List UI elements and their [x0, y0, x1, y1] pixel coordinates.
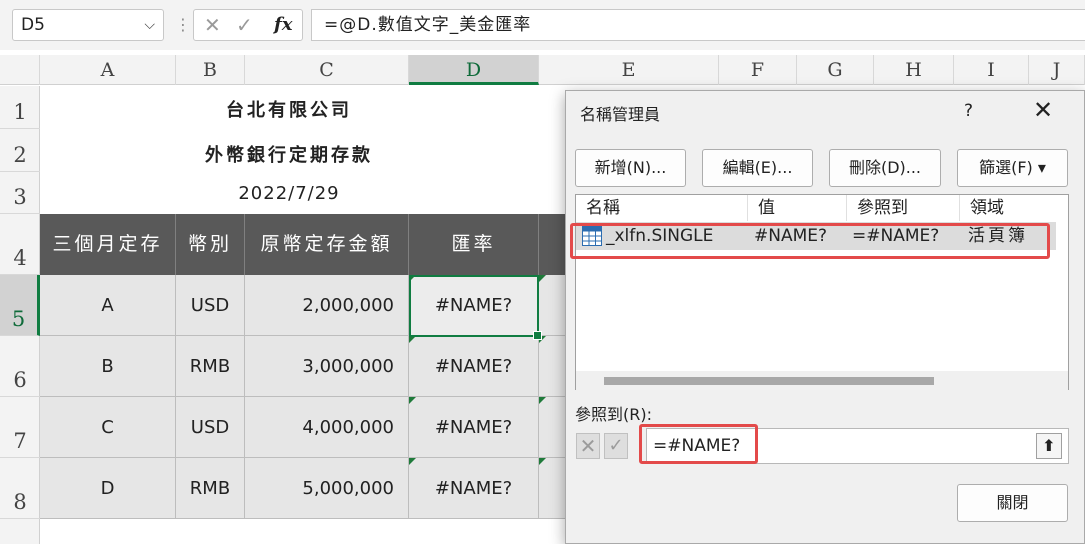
header-amount: 原幣定存金額: [245, 214, 409, 275]
delete-button[interactable]: 刪除(D)...: [829, 149, 941, 187]
column-header-b[interactable]: B: [176, 55, 245, 85]
column-header-c[interactable]: C: [245, 55, 409, 85]
row-header-4[interactable]: 4: [0, 214, 40, 275]
row-header-8[interactable]: 8: [0, 458, 40, 519]
row-highlight: [570, 223, 1050, 259]
column-header-d[interactable]: D: [409, 55, 539, 85]
cell-b6[interactable]: RMB: [176, 336, 245, 397]
row-header-2[interactable]: 2: [0, 129, 40, 172]
list-header-refers[interactable]: 參照到: [847, 195, 960, 221]
column-header-e[interactable]: E: [539, 55, 719, 85]
active-cell-selection: [409, 275, 542, 340]
cell-c8[interactable]: 5,000,000: [245, 458, 409, 519]
cell-d7[interactable]: #NAME?: [409, 397, 539, 458]
refers-to-label: 參照到(R):: [575, 405, 652, 424]
row-header-5[interactable]: 5: [0, 275, 40, 336]
row-header-1[interactable]: 1: [0, 86, 40, 129]
cell-c5[interactable]: 2,000,000: [245, 275, 409, 336]
list-header-value[interactable]: 值: [748, 195, 847, 221]
fill-handle[interactable]: [533, 331, 542, 340]
cell-b7[interactable]: USD: [176, 397, 245, 458]
scrollbar-thumb[interactable]: [604, 377, 934, 385]
cell-b5[interactable]: USD: [176, 275, 245, 336]
refers-highlight: [639, 424, 758, 464]
cell-a6[interactable]: B: [40, 336, 176, 397]
cell-d6[interactable]: #NAME?: [409, 336, 539, 397]
cell-c7[interactable]: 4,000,000: [245, 397, 409, 458]
select-all-corner[interactable]: [0, 55, 40, 85]
close-icon[interactable]: ✕: [1028, 93, 1058, 127]
help-icon[interactable]: ?: [964, 101, 973, 121]
report-title: 外幣銀行定期存款: [205, 145, 373, 166]
list-header-scope[interactable]: 領域: [960, 195, 1068, 221]
header-term: 三個月定存: [40, 214, 176, 275]
close-button[interactable]: 關閉: [957, 484, 1068, 522]
name-box[interactable]: D5 ⌵: [12, 9, 164, 41]
list-header-name[interactable]: 名稱: [576, 195, 748, 221]
column-header-g[interactable]: G: [797, 55, 874, 85]
horizontal-scrollbar[interactable]: [576, 371, 1068, 390]
more-icon: ⋮: [175, 15, 191, 34]
header-rate: 匯率: [409, 214, 539, 275]
report-date: 2022/7/29: [238, 183, 340, 204]
column-header-a[interactable]: A: [40, 55, 176, 85]
column-header-j[interactable]: J: [1029, 55, 1085, 85]
row-headers: 1 2 3 4 5 6 7 8: [0, 86, 40, 544]
header-currency: 幣別: [176, 214, 245, 275]
cell-a5[interactable]: A: [40, 275, 176, 336]
row-header-6[interactable]: 6: [0, 336, 40, 397]
cell-d8[interactable]: #NAME?: [409, 458, 539, 519]
column-headers: A B C D E F G H I J: [0, 55, 1085, 85]
cancel-icon[interactable]: ✕: [576, 433, 600, 459]
dialog-title: 名稱管理員: [580, 105, 661, 124]
column-header-h[interactable]: H: [874, 55, 954, 85]
collapse-dialog-icon[interactable]: ⬆: [1036, 433, 1062, 459]
new-button[interactable]: 新增(N)...: [575, 149, 686, 187]
column-header-i[interactable]: I: [954, 55, 1029, 85]
column-header-f[interactable]: F: [719, 55, 797, 85]
edit-button[interactable]: 編輯(E)...: [702, 149, 813, 187]
chevron-down-icon[interactable]: ⌵: [144, 10, 155, 40]
company-title: 台北有限公司: [226, 100, 352, 121]
row-header-3[interactable]: 3: [0, 172, 40, 214]
check-icon[interactable]: ✓: [604, 433, 628, 459]
enter-icon[interactable]: ✓: [236, 10, 253, 40]
formula-input[interactable]: =@D.數值文字_美金匯率: [311, 9, 1085, 41]
cell-b8[interactable]: RMB: [176, 458, 245, 519]
filter-button[interactable]: 篩選(F) ▾: [957, 149, 1068, 187]
insert-function-icon[interactable]: fx: [274, 10, 292, 40]
formula-buttons: ✕ ✓ fx: [193, 9, 303, 41]
cell-c6[interactable]: 3,000,000: [245, 336, 409, 397]
row-header-7[interactable]: 7: [0, 397, 40, 458]
cancel-icon[interactable]: ✕: [204, 10, 221, 40]
name-box-value: D5: [21, 15, 45, 35]
name-manager-dialog: 名稱管理員 ? ✕ 新增(N)... 編輯(E)... 刪除(D)... 篩選(…: [565, 90, 1085, 544]
cell-a8[interactable]: D: [40, 458, 176, 519]
cell-a7[interactable]: C: [40, 397, 176, 458]
